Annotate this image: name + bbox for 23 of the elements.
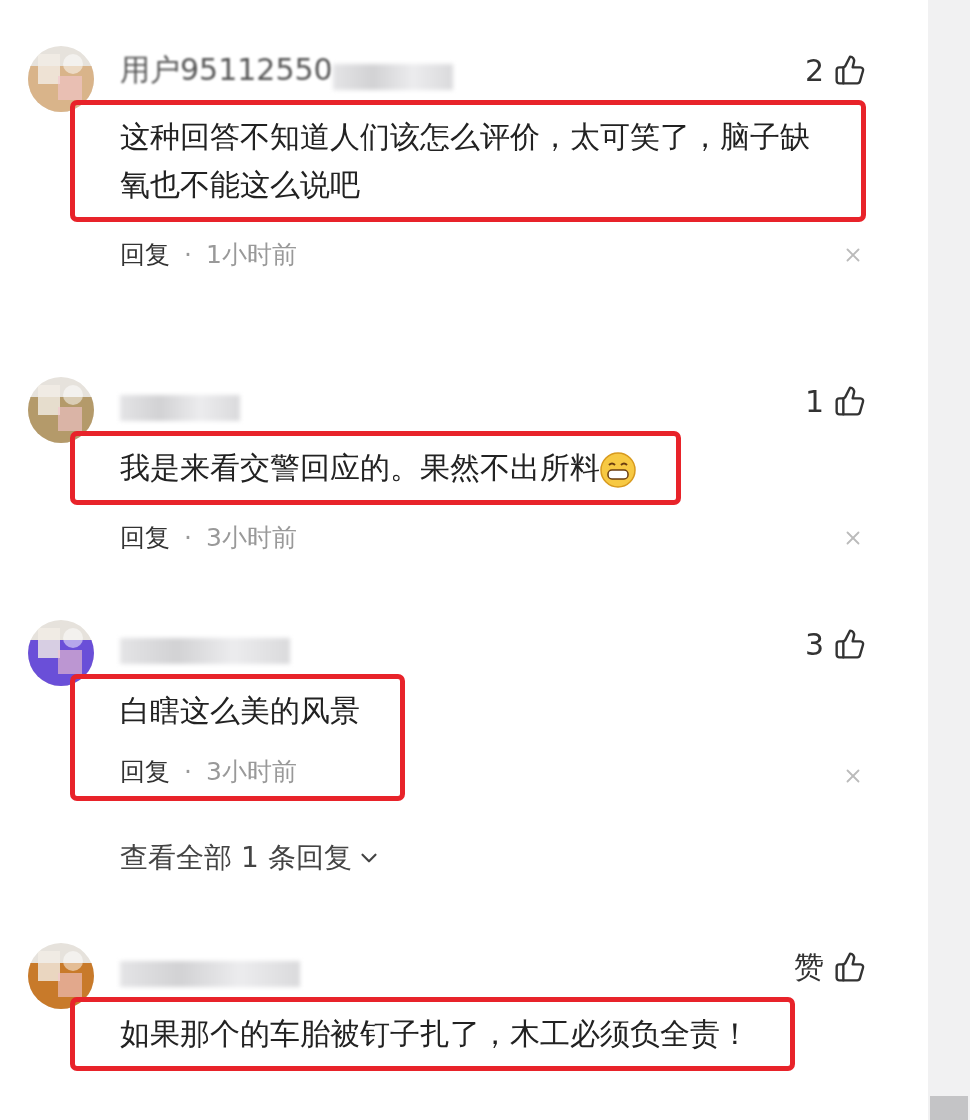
scrollbar-thumb[interactable] [930, 1096, 968, 1120]
thumbs-up-icon[interactable] [834, 951, 866, 983]
comment-time: 1小时前 [205, 239, 297, 271]
separator-dot: · [184, 240, 192, 269]
thumbs-up-icon[interactable] [834, 628, 866, 660]
thumbs-up-icon[interactable] [834, 385, 866, 417]
comment-text: 这种回答不知道人们该怎么评价，太可笑了，脑子缺氧也不能这么说吧 [120, 118, 811, 204]
comment-time: 3小时前 [205, 522, 297, 554]
thumbs-up-icon[interactable] [834, 54, 866, 86]
comment-text: 如果那个的车胎被钉子扎了，木工必须负全责！ [120, 1015, 750, 1053]
comment-text: 我是来看交警回应的。果然不出所料 [120, 444, 636, 492]
separator-dot: · [184, 757, 192, 786]
separator-dot: · [184, 523, 192, 552]
view-replies-link[interactable]: 查看全部 1 条回复 [120, 839, 382, 877]
like-count: 2 [804, 52, 824, 88]
like-count: 1 [804, 383, 824, 419]
comment-text: 白瞎这么美的风景 [120, 692, 360, 730]
reply-link[interactable]: 回复 [120, 521, 170, 554]
like-count: 3 [804, 626, 824, 662]
reply-link[interactable]: 回复 [120, 755, 170, 788]
comment-time: 3小时前 [205, 756, 297, 788]
like-count: 赞 [794, 947, 824, 986]
reply-link[interactable]: 回复 [120, 238, 170, 271]
